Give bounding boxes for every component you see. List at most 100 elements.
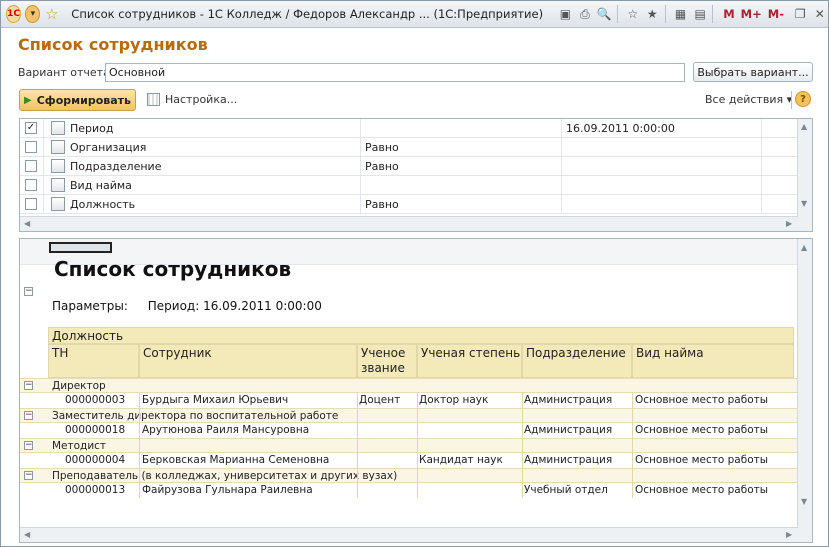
report-cell-marker [49,242,112,253]
scroll-left-icon[interactable]: ◀ [24,219,30,228]
restore-window-icon[interactable]: ❐ [792,4,809,24]
memory-mminus-button[interactable]: M- [768,7,784,21]
filter-condition[interactable]: Равно [365,198,399,211]
add-favorite-icon[interactable]: ☆ [624,4,641,24]
column-header-label: Сотрудник [143,346,212,360]
calendar-icon[interactable]: ▤ [692,4,709,24]
toolbar-separator [616,5,618,23]
column-divider [139,393,140,498]
filter-row-period[interactable]: ✓ Период 16.09.2011 0:00:00 [20,119,798,138]
filter-condition[interactable]: Равно [365,160,399,173]
cell-employee: Бурдыга Михаил Юрьевич [142,394,289,406]
scroll-up-icon[interactable]: ▲ [801,243,807,252]
filter-name: Вид найма [70,179,132,192]
window-title: Список сотрудников - 1С Колледж / Федоро… [71,7,544,21]
column-divider [357,393,358,498]
cell-employee: Арутюнова Раиля Мансуровна [142,424,310,436]
column-header-employee: Сотрудник [139,344,357,378]
column-divider [632,393,633,498]
filter-field-icon [51,178,65,192]
cell-tn: 000000003 [65,394,126,406]
filter-row-hire-type[interactable]: Вид найма [20,176,798,195]
cell-employee: Файрузова Гульнара Раилевна [142,484,313,496]
group-row[interactable]: Преподаватель (в колледжах, университета… [20,468,798,483]
all-actions-menu[interactable]: Все действия ▾ [705,93,792,106]
variant-label: Вариант отчета: [18,66,114,79]
collapse-group-icon[interactable]: − [24,381,33,390]
report-parameters: Параметры: Период: 16.09.2011 0:00:00 [52,299,338,313]
collapse-group-icon[interactable]: − [24,287,33,296]
toolbar-separator [791,91,792,109]
filter-field-icon [51,197,65,211]
report-horizontal-scrollbar[interactable]: ◀ ▶ [20,527,798,542]
cell-department: Администрация [524,424,613,436]
filter-horizontal-scrollbar[interactable]: ◀ ▶ [20,216,798,231]
table-row[interactable]: 000000018 Арутюнова Раиля Мансуровна Адм… [48,423,794,438]
preview-icon[interactable]: 🔍 [596,4,613,24]
group-row[interactable]: Заместитель директора по воспитательной … [20,408,798,423]
table-row[interactable]: 000000013 Файрузова Гульнара Раилевна Уч… [48,483,794,498]
group-header-label: Должность [52,329,124,343]
table-row[interactable]: 000000003 Бурдыга Михаил Юрьевич Доцент … [48,393,794,408]
filter-condition[interactable]: Равно [365,141,399,154]
filter-name: Организация [70,141,147,154]
collapse-group-icon[interactable]: − [24,411,33,420]
column-header-department: Подразделение [522,344,632,378]
app-logo-icon[interactable]: 1С [6,5,22,23]
column-header-label: Ученая степень [421,346,521,360]
generate-button[interactable]: ▶ Сформировать [19,89,136,111]
filter-field-icon [51,140,65,154]
filter-value[interactable]: 16.09.2011 0:00:00 [566,122,675,135]
scroll-left-icon[interactable]: ◀ [24,530,30,539]
favorite-star-icon[interactable]: ☆ [44,5,59,23]
column-divider [417,393,418,498]
filter-table: ✓ Период 16.09.2011 0:00:00 Организация … [19,118,813,232]
table-row[interactable]: 000000004 Берковская Марианна Семеновна … [48,453,794,468]
scroll-down-icon[interactable]: ▼ [801,199,807,208]
column-header-label: ТН [52,346,69,360]
filter-row-department[interactable]: Подразделение Равно [20,157,798,176]
close-window-icon[interactable]: ✕ [811,4,828,24]
print-icon[interactable]: ⎙ [577,4,594,24]
cell-hire-type: Основное место работы [635,454,769,466]
save-icon[interactable]: ▣ [557,4,574,24]
collapse-group-icon[interactable]: − [24,471,33,480]
filter-name: Должность [70,198,136,211]
settings-button[interactable]: Настройка... [147,93,237,106]
filter-row-organization[interactable]: Организация Равно [20,138,798,157]
cell-department: Учебный отдел [524,484,608,496]
filter-checkbox[interactable] [25,179,37,191]
memory-m-button[interactable]: M [723,7,734,21]
filter-row-position[interactable]: Должность Равно [20,195,798,214]
collapse-group-icon[interactable]: − [24,441,33,450]
toolbar-separator [712,5,714,23]
scroll-down-icon[interactable]: ▼ [801,497,807,506]
report-area: Список сотрудников − Параметры: Период: … [19,238,813,543]
report-vertical-scrollbar[interactable]: ▲ ▼ [797,239,812,542]
help-icon[interactable]: ? [795,91,811,107]
choose-variant-button[interactable]: Выбрать вариант... [693,62,813,82]
column-header-degree: Ученая степень [417,344,522,378]
params-value: Период: 16.09.2011 0:00:00 [147,299,322,313]
filter-checkbox[interactable] [25,198,37,210]
cell-title: Доцент [359,394,401,406]
memory-mplus-button[interactable]: M+ [741,7,762,21]
column-header-label: Вид найма [636,346,704,360]
cell-hire-type: Основное место работы [635,484,769,496]
variant-field[interactable]: Основной [105,63,685,82]
main-menu-icon[interactable]: ▾ [25,5,41,23]
filter-vertical-scrollbar[interactable]: ▲ ▼ [797,119,812,231]
filter-checkbox[interactable] [25,141,37,153]
report-title: Список сотрудников [54,257,292,281]
scroll-right-icon[interactable]: ▶ [786,530,792,539]
filter-checkbox[interactable] [25,160,37,172]
scroll-right-icon[interactable]: ▶ [786,219,792,228]
group-row[interactable]: Методист [20,438,798,453]
group-row[interactable]: Директор [20,378,798,393]
filter-checkbox[interactable]: ✓ [25,122,37,134]
calculator-icon[interactable]: ▦ [672,4,689,24]
scroll-up-icon[interactable]: ▲ [801,122,807,131]
column-header-title: Ученое звание [357,344,417,378]
favorites-icon[interactable]: ★ [644,4,661,24]
column-header-tn: ТН [48,344,139,378]
